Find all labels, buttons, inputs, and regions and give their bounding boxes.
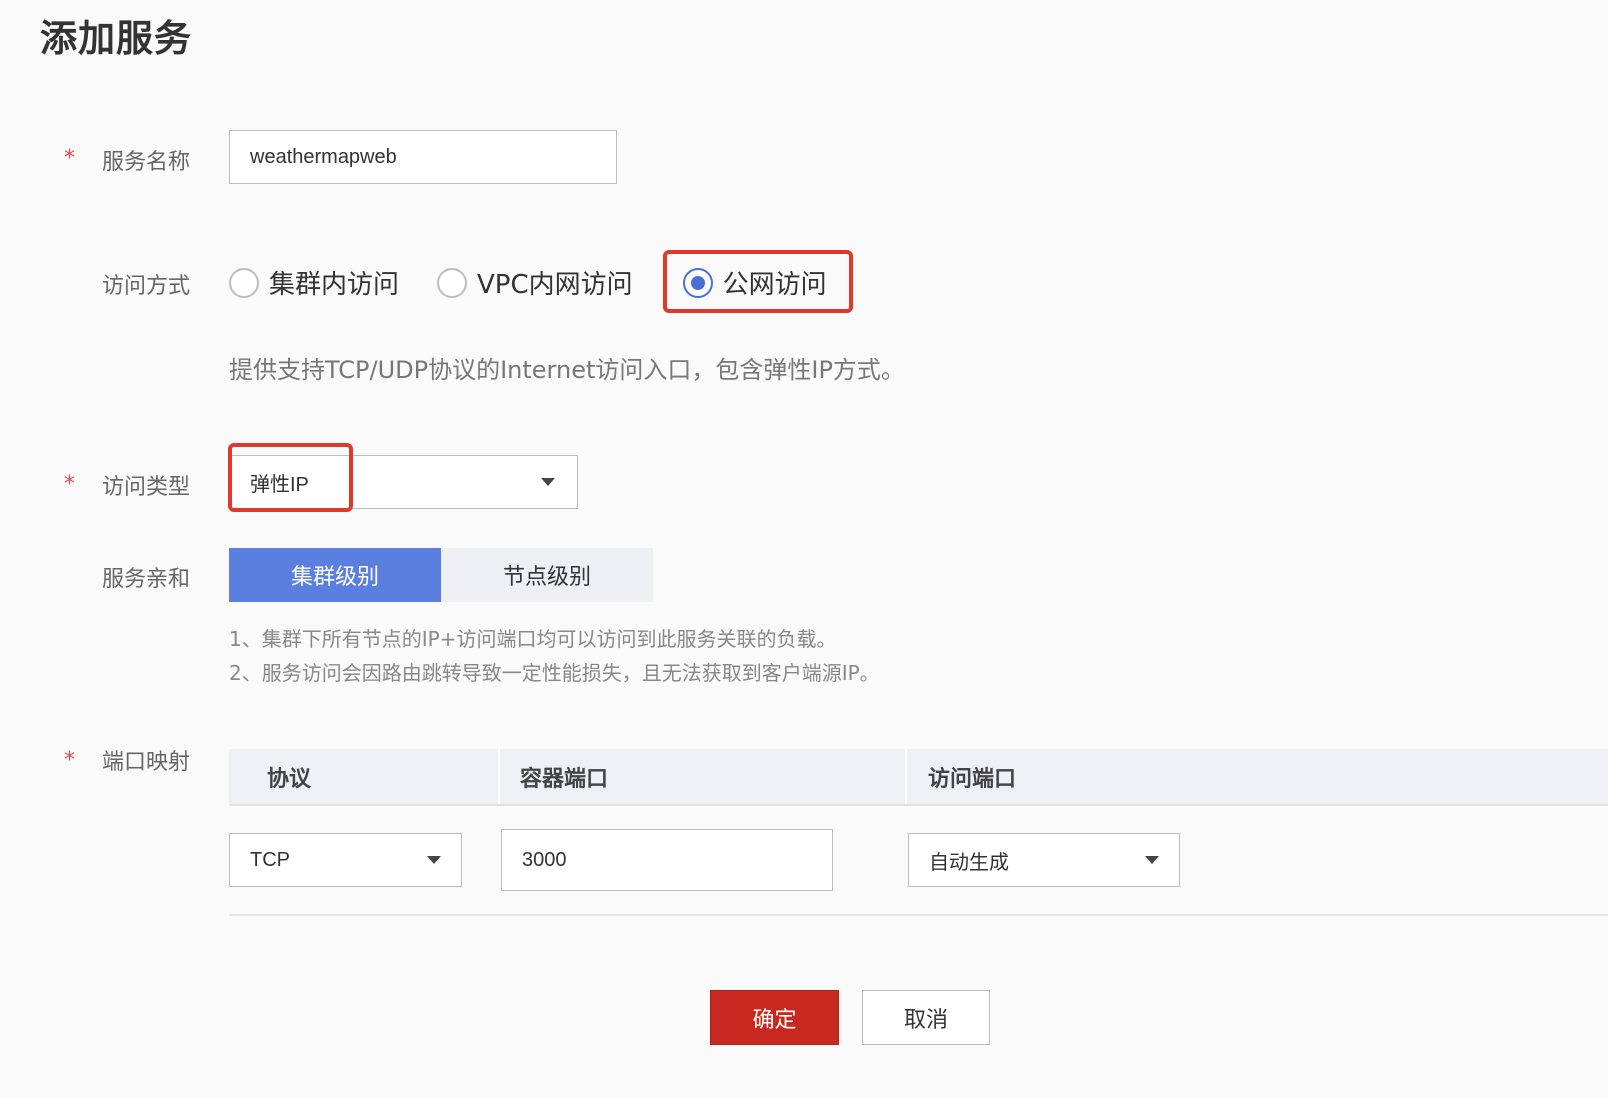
- radio-label: VPC内网访问: [477, 270, 633, 300]
- table-row-border: [229, 914, 1608, 916]
- access-mode-hint: 提供支持TCP/UDP协议的Internet访问入口，包含弹性IP方式。: [229, 356, 905, 384]
- radio-unchecked-icon: [437, 267, 468, 298]
- affinity-note: 2、服务访问会因路由跳转导致一定性能损失，且无法获取到客户端源IP。: [229, 661, 880, 685]
- container-port-input[interactable]: 3000: [501, 829, 833, 891]
- cancel-button[interactable]: 取消: [862, 990, 990, 1045]
- radio-vpc-internal[interactable]: VPC内网访问: [437, 264, 633, 301]
- chevron-down-icon: [541, 478, 555, 486]
- affinity-notes: 1、集群下所有节点的IP+访问端口均可以访问到此服务关联的负载。 2、服务访问会…: [229, 622, 880, 690]
- access-port-value: 自动生成: [929, 851, 1009, 874]
- table-header-border: [229, 804, 1608, 806]
- radio-label: 集群内访问: [269, 270, 400, 300]
- column-header-container-port: 容器端口: [520, 766, 609, 792]
- protocol-select[interactable]: TCP: [229, 833, 462, 887]
- affinity-note: 1、集群下所有节点的IP+访问端口均可以访问到此服务关联的负载。: [229, 627, 837, 651]
- container-port-value: 3000: [522, 848, 567, 871]
- port-mapping-label: 端口映射: [101, 750, 190, 775]
- chevron-down-icon: [1145, 856, 1159, 864]
- port-mapping-table-header: 协议 容器端口 访问端口: [229, 749, 1608, 804]
- radio-cluster-internal[interactable]: 集群内访问: [229, 264, 399, 301]
- affinity-segmented-control: 集群级别 节点级别: [229, 548, 653, 602]
- protocol-value: TCP: [250, 848, 290, 871]
- annotation-highlight-box: [228, 443, 353, 512]
- service-name-value: weathermapweb: [250, 145, 397, 168]
- service-name-input[interactable]: weathermapweb: [229, 130, 617, 184]
- access-port-select[interactable]: 自动生成: [908, 833, 1180, 887]
- page-title: 添加服务: [40, 17, 192, 60]
- service-affinity-label: 服务亲和: [101, 567, 190, 592]
- service-name-label: 服务名称: [101, 150, 190, 175]
- confirm-button[interactable]: 确定: [710, 990, 839, 1045]
- access-type-label: 访问类型: [101, 475, 190, 500]
- column-divider: [905, 749, 907, 804]
- affinity-node-level-button[interactable]: 节点级别: [441, 548, 653, 602]
- chevron-down-icon: [427, 856, 441, 864]
- column-header-protocol: 协议: [267, 766, 312, 792]
- annotation-highlight-box: [663, 250, 853, 313]
- column-header-access-port: 访问端口: [928, 766, 1017, 792]
- column-divider: [498, 749, 500, 804]
- access-mode-label: 访问方式: [101, 274, 190, 299]
- radio-unchecked-icon: [229, 267, 259, 298]
- affinity-cluster-level-button[interactable]: 集群级别: [229, 548, 441, 602]
